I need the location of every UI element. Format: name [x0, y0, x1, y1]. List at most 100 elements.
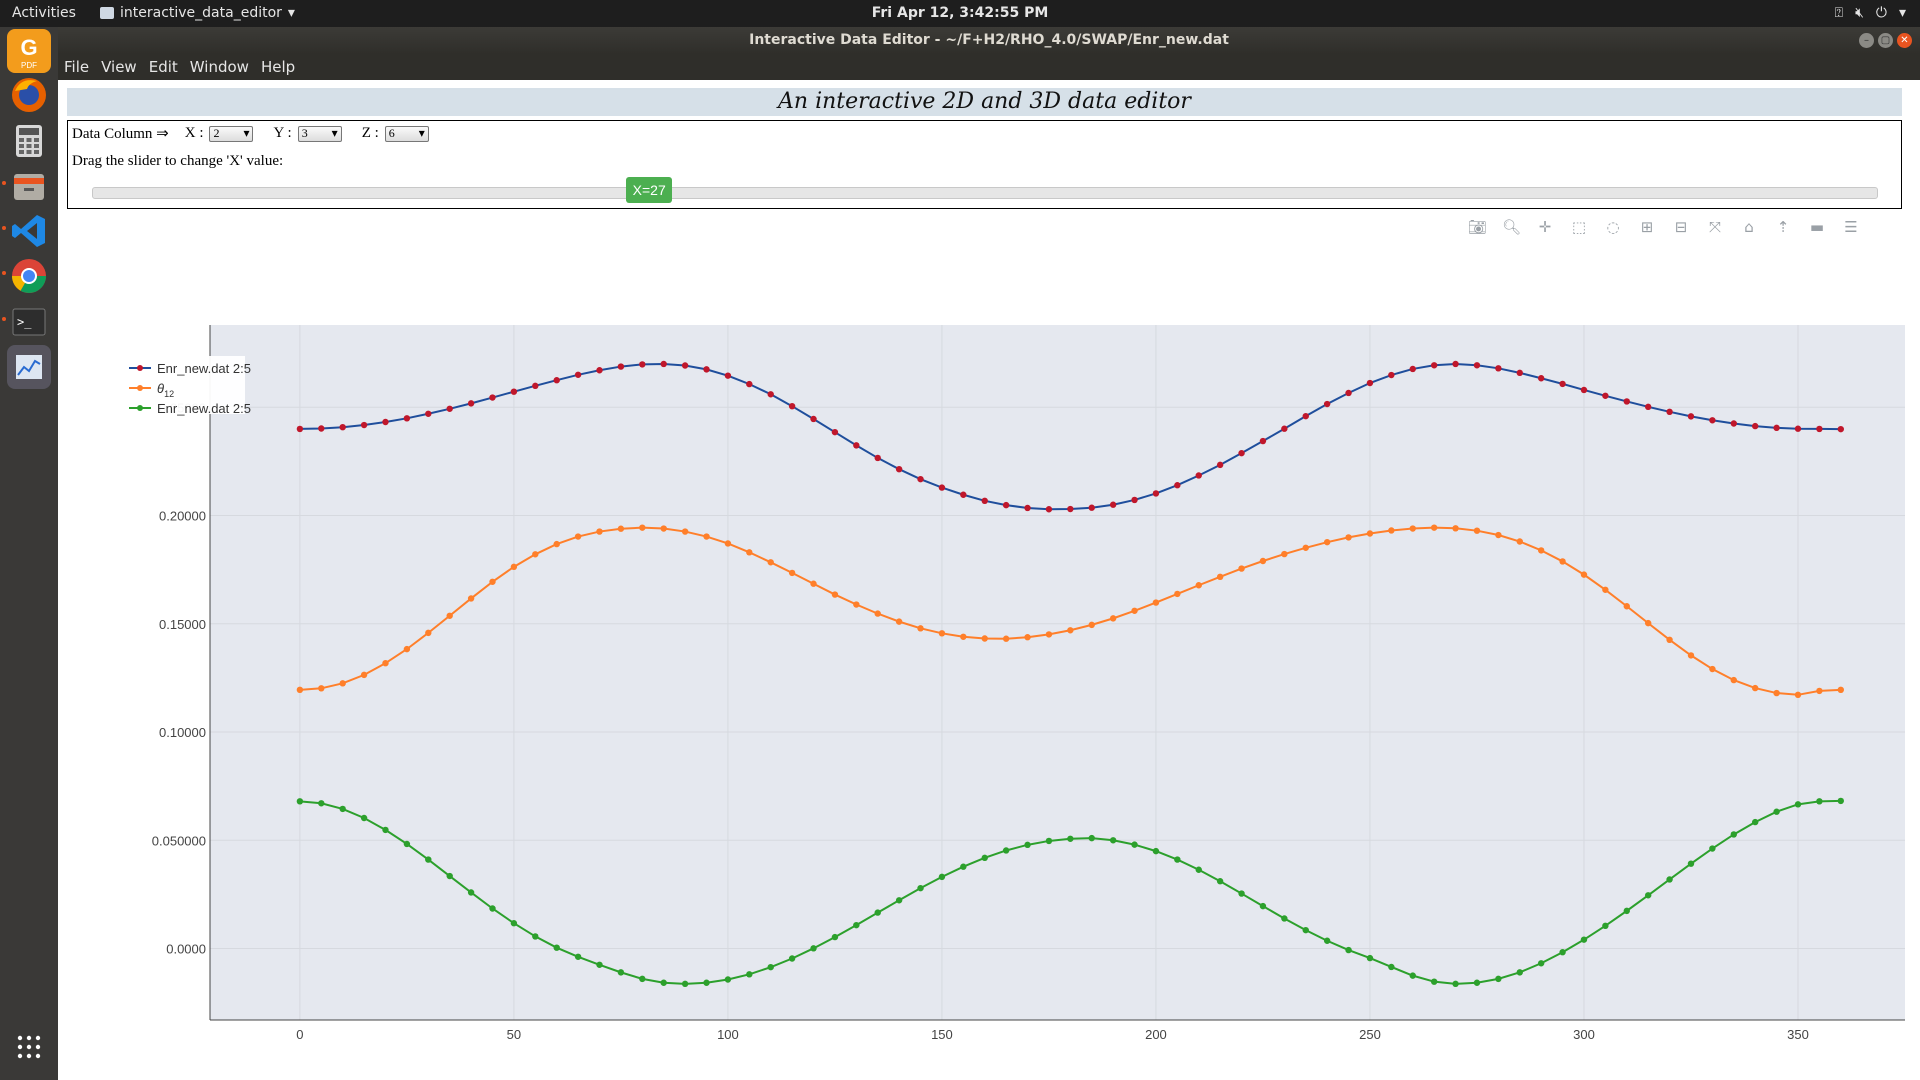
hover-closest-icon[interactable]: ▬: [1808, 218, 1826, 238]
legend-swatch-marker: [137, 405, 143, 411]
data-point: [360, 671, 368, 679]
data-point: [425, 410, 432, 417]
pdf-icon[interactable]: G PDF: [7, 29, 51, 73]
data-point: [1002, 635, 1010, 642]
y-tick-label: 0.10000: [159, 725, 206, 740]
hover-compare-icon[interactable]: ☰: [1842, 218, 1860, 238]
lasso-icon[interactable]: ◌: [1604, 218, 1622, 238]
data-point: [917, 475, 924, 483]
data-point: [382, 826, 389, 834]
x-select-value: 2: [213, 126, 220, 140]
data-point: [895, 465, 903, 473]
y-column-select[interactable]: 3 ▾: [297, 125, 342, 142]
data-point: [1002, 501, 1010, 509]
data-point: [1259, 557, 1267, 565]
data-point: [1238, 890, 1245, 897]
data-point: [1045, 631, 1053, 638]
y-tick-label: 0.050000: [152, 833, 206, 848]
x-column-select[interactable]: 2 ▾: [209, 125, 254, 142]
window-title-bar[interactable]: Interactive Data Editor - ~/F+H2/RHO_4.0…: [58, 27, 1920, 54]
data-point: [1730, 831, 1737, 838]
close-button[interactable]: ✕: [1897, 33, 1912, 48]
data-point: [767, 391, 774, 398]
vscode-icon[interactable]: [7, 209, 51, 253]
y-tick-label: 0.0000: [166, 942, 206, 957]
menu-view[interactable]: View: [101, 58, 137, 76]
data-point: [1495, 975, 1502, 983]
zoom-icon[interactable]: 🔍︎: [1502, 218, 1521, 238]
running-indicator: [2, 317, 6, 321]
data-point: [1109, 501, 1117, 508]
data-point: [1323, 937, 1331, 944]
data-point: [1195, 866, 1202, 873]
svg-text:PDF: PDF: [21, 61, 37, 70]
data-point: [1195, 582, 1202, 589]
data-point: [467, 889, 475, 896]
app-content: An interactive 2D and 3D data editor Dat…: [58, 80, 1920, 1080]
terminal-icon[interactable]: >_: [7, 300, 51, 344]
data-point: [360, 421, 368, 429]
box-select-icon[interactable]: ⬚: [1570, 218, 1588, 238]
data-point: [1045, 837, 1053, 845]
menu-file[interactable]: File: [64, 58, 89, 76]
data-point: [1409, 365, 1416, 373]
volume-icon: 🔇︎: [1855, 5, 1864, 21]
x-slider-track[interactable]: X=27: [92, 177, 1878, 203]
data-point: [1067, 627, 1074, 634]
data-point: [1773, 808, 1780, 815]
data-point: [1281, 425, 1288, 432]
slider-instructions: Drag the slider to change 'X' value:: [72, 153, 284, 169]
legend-swatch-marker: [137, 385, 143, 391]
pan-icon[interactable]: ✛: [1536, 218, 1554, 238]
calculator-icon[interactable]: [7, 119, 51, 163]
z-select-value: 6: [388, 126, 395, 140]
data-point: [960, 863, 967, 870]
data-point: [1430, 978, 1438, 985]
maximize-button[interactable]: ▢: [1878, 33, 1893, 48]
autoscale-icon[interactable]: ⤧: [1706, 218, 1724, 238]
data-point: [1516, 538, 1523, 545]
files-icon[interactable]: [7, 164, 51, 208]
menu-help[interactable]: Help: [261, 58, 295, 76]
data-point: [296, 686, 304, 694]
legend-label-subscript: 12: [164, 389, 174, 399]
clock[interactable]: Fri Apr 12, 3:42:55 PM: [872, 5, 1049, 21]
zoom-out-icon[interactable]: ⊟: [1672, 218, 1690, 238]
data-point: [510, 563, 518, 571]
data-point: [981, 635, 988, 642]
data-point: [360, 814, 368, 822]
x-tick-label: 100: [717, 1027, 739, 1042]
z-column-select[interactable]: 6 ▾: [384, 125, 429, 142]
x-slider-handle[interactable]: X=27: [626, 177, 673, 203]
line-chart[interactable]: 0 50 100 150 200 250 300 350 0.0000 0.050000 0.100…: [123, 240, 1920, 1080]
data-point: [1580, 386, 1588, 394]
menu-window[interactable]: Window: [190, 58, 249, 76]
data-point: [1366, 379, 1374, 387]
y-tick-label: 0.15000: [159, 617, 206, 632]
chrome-icon[interactable]: [7, 254, 51, 298]
data-point: [1816, 425, 1823, 433]
data-point: [489, 394, 496, 401]
minimize-button[interactable]: –: [1859, 33, 1874, 48]
data-editor-icon[interactable]: [7, 345, 51, 389]
app-grid-icon[interactable]: [7, 1025, 51, 1069]
data-point: [446, 405, 453, 412]
data-point: [339, 805, 346, 813]
plot-modebar: 📷︎ 🔍︎ ✛ ⬚ ◌ ⊞ ⊟ ⤧ ⌂ ⇡ ▬ ☰: [1468, 218, 1860, 238]
data-point: [1024, 841, 1031, 849]
data-point: [1473, 979, 1481, 986]
app-menu[interactable]: interactive_data_editor ▾: [100, 5, 295, 21]
svg-text:>_: >_: [17, 315, 32, 329]
window-title: Interactive Data Editor - ~/F+H2/RHO_4.0…: [749, 32, 1229, 48]
activities-button[interactable]: Activities: [12, 5, 76, 21]
menu-edit[interactable]: Edit: [149, 58, 178, 76]
spike-icon[interactable]: ⇡: [1774, 218, 1792, 238]
zoom-in-icon[interactable]: ⊞: [1638, 218, 1656, 238]
y-select-value: 3: [301, 126, 308, 140]
firefox-icon[interactable]: [7, 73, 51, 117]
camera-icon[interactable]: 📷︎: [1468, 218, 1487, 238]
data-point: [318, 685, 325, 692]
data-point: [1409, 525, 1416, 532]
home-icon[interactable]: ⌂: [1740, 218, 1758, 238]
status-area[interactable]: ⍰ 🔇︎ ⏻ ▾: [1835, 5, 1906, 21]
